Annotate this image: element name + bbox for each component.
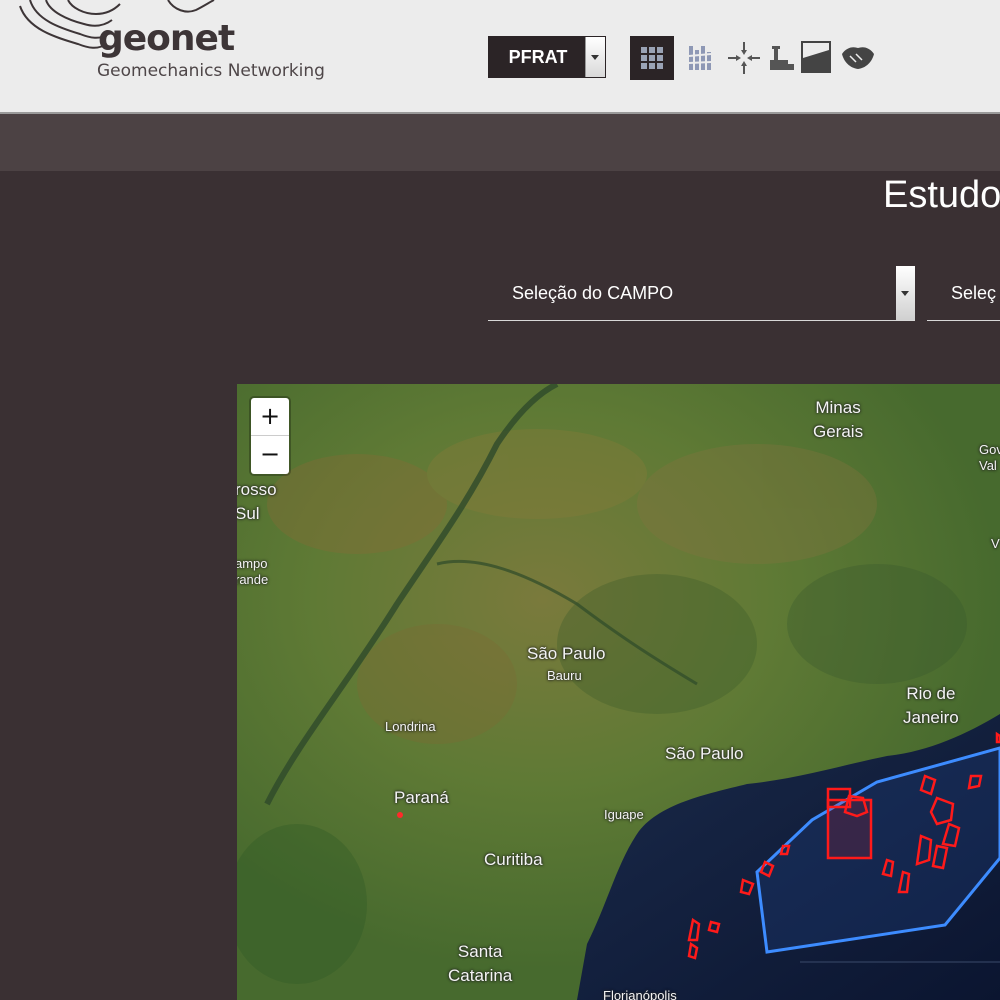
second-select[interactable]: Seleç xyxy=(927,266,1000,321)
map-label-mato-grosso-sul: rosso Sul xyxy=(237,480,277,523)
tank-level-icon[interactable] xyxy=(796,36,840,80)
zoom-control: + − xyxy=(251,398,289,474)
map-label-campo-grande: ampo rande xyxy=(237,556,269,587)
map-label-florianopolis: Florianópolis xyxy=(603,988,677,1000)
zoom-in-button[interactable]: + xyxy=(251,398,289,436)
map-label-santa-catarina: Santa Catarina xyxy=(448,942,513,985)
map-label-curitiba: Curitiba xyxy=(484,850,543,869)
app-header: geonet Geomechanics Networking PFRAT xyxy=(0,0,1000,114)
map-label-sao-paulo-city: São Paulo xyxy=(665,744,744,763)
map-label-minas-gerais: Minas Gerais xyxy=(813,398,864,441)
field-select[interactable]: Seleção do CAMPO xyxy=(488,266,915,321)
second-select-value: Seleç xyxy=(951,283,997,303)
zoom-out-button[interactable]: − xyxy=(251,436,289,473)
map-label-v: V xyxy=(991,536,1000,551)
grid-view-icon[interactable] xyxy=(630,36,674,80)
map-label-iguape: Iguape xyxy=(604,807,644,822)
project-selector[interactable]: PFRAT xyxy=(488,36,606,78)
map-label-bauru: Bauru xyxy=(547,668,582,683)
sub-navigation-bar xyxy=(0,114,1000,171)
handshake-icon[interactable] xyxy=(836,36,880,80)
chevron-down-icon[interactable] xyxy=(896,266,915,320)
map-label-londrina: Londrina xyxy=(385,719,436,734)
well-logs-icon[interactable] xyxy=(680,36,724,80)
map-label-sao-paulo-state: São Paulo xyxy=(527,644,606,663)
field-select-value: Seleção do CAMPO xyxy=(512,283,674,303)
project-selector-value: PFRAT xyxy=(508,47,568,67)
map-label-rio-de-janeiro: Rio de Janeiro xyxy=(903,684,959,727)
map-label-gov-val: Gov Val xyxy=(979,442,1000,473)
logo-wordmark: geonet xyxy=(98,18,235,59)
map-label-parana: Paraná xyxy=(394,788,449,807)
page-title: Estudos xyxy=(883,174,1000,216)
map-view[interactable]: + − Minas Gerais Gov Val V rosso Sul amp… xyxy=(237,384,1000,1000)
satellite-basemap xyxy=(237,384,1000,1000)
chevron-down-icon[interactable] xyxy=(585,37,605,77)
logo-tagline: Geomechanics Networking xyxy=(97,61,325,81)
